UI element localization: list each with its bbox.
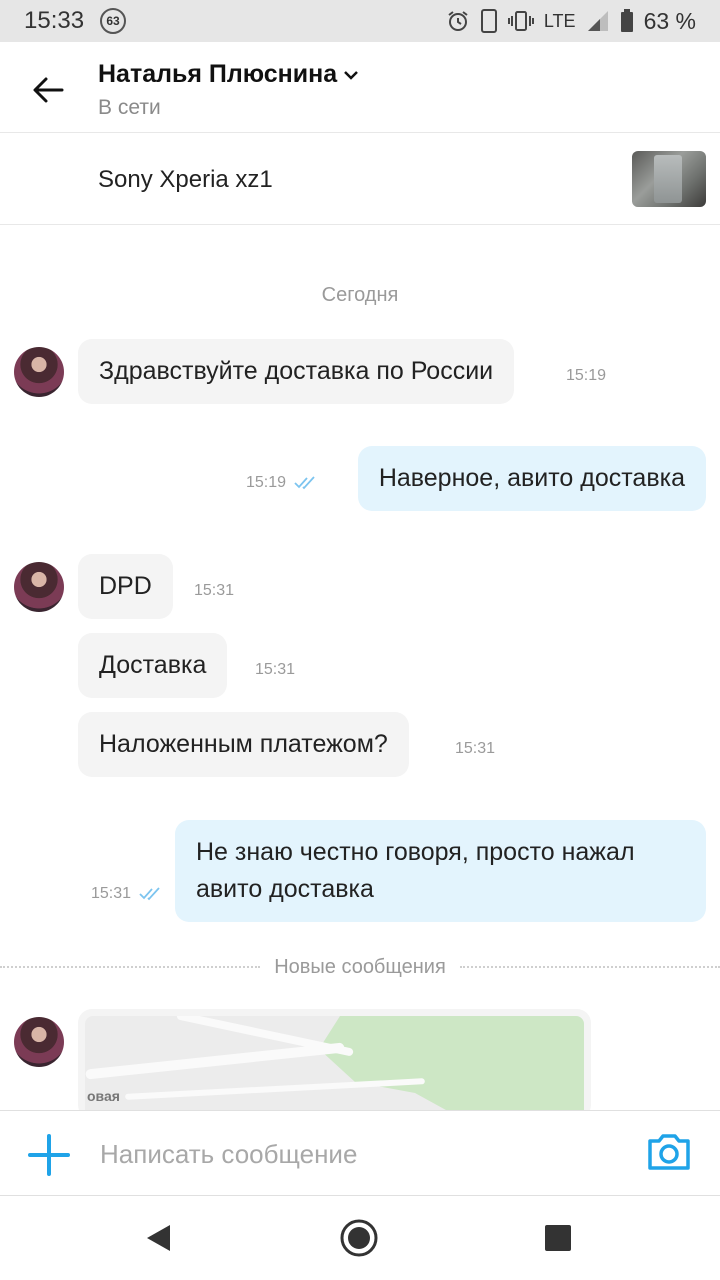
status-time: 15:33 [24, 7, 85, 34]
plus-icon [28, 1134, 70, 1176]
nav-back-button[interactable] [136, 1216, 180, 1260]
back-arrow-icon [33, 77, 64, 103]
avatar[interactable] [14, 562, 64, 612]
message-time: 15:19 [566, 367, 607, 384]
contact-name: Наталья Плюснина [98, 60, 338, 88]
message-bubble-incoming[interactable]: Доставка [78, 633, 228, 698]
message-text-line: Не знаю честно говоря, просто нажал [196, 838, 635, 866]
nav-recents-icon [545, 1225, 571, 1251]
signal-icon [586, 10, 610, 32]
message-composer [0, 1110, 720, 1196]
nav-back-icon [147, 1225, 170, 1251]
message-bubble-incoming[interactable]: Здравствуйте доставка по России [78, 339, 515, 404]
message-bubble-incoming[interactable]: DPD [78, 554, 173, 619]
contact-status: В сети [98, 96, 161, 119]
message-input[interactable] [90, 1129, 620, 1179]
status-icons: LTE 63 % [446, 8, 696, 35]
vibrate-icon [507, 10, 534, 32]
day-separator: Сегодня [321, 284, 399, 306]
network-type: LTE [543, 10, 576, 31]
phone-icon [480, 9, 498, 33]
listing-thumbnail[interactable] [632, 151, 706, 207]
new-messages-divider: Новые сообщения [0, 954, 720, 980]
avatar[interactable] [14, 1017, 64, 1067]
battery-icon [620, 9, 634, 33]
nav-home-button[interactable] [337, 1216, 381, 1260]
map-preview[interactable]: овая [85, 1016, 584, 1119]
message-time: 15:31 [255, 661, 296, 678]
battery-percent: 63 % [643, 7, 696, 34]
attach-button[interactable] [26, 1132, 72, 1178]
alarm-icon [446, 9, 470, 33]
message-bubble-outgoing[interactable]: Наверное, авито доставка [357, 446, 706, 511]
camera-icon [648, 1134, 690, 1170]
listing-bar[interactable]: Sony Xperia xz1 [0, 133, 720, 225]
chevron-down-icon [344, 70, 359, 80]
back-button[interactable] [28, 70, 68, 110]
map-message[interactable]: овая [78, 1009, 591, 1119]
system-nav-bar [0, 1196, 720, 1280]
message-text-line: авито доставка [196, 875, 374, 903]
chat-header: Наталья Плюснина В сети [0, 42, 720, 133]
notification-count-badge: 63 [100, 8, 127, 34]
message-time: 15:31 [455, 740, 496, 757]
message-bubble-incoming[interactable]: Наложенным платежом? [78, 712, 409, 777]
nav-home-icon [340, 1219, 378, 1257]
listing-title: Sony Xperia xz1 [98, 166, 273, 193]
message-time: 15:19 [246, 474, 318, 492]
double-check-icon [139, 887, 160, 901]
map-label: овая [87, 1088, 120, 1104]
message-bubble-outgoing[interactable]: Не знаю честно говоря, просто нажал авит… [175, 820, 706, 922]
nav-recents-button[interactable] [536, 1216, 580, 1260]
camera-button[interactable] [646, 1132, 694, 1176]
message-time: 15:31 [194, 582, 235, 599]
double-check-icon [294, 476, 315, 490]
avatar[interactable] [14, 347, 64, 397]
message-time: 15:31 [91, 885, 163, 903]
status-bar: 15:33 63 LTE 63 % [0, 0, 720, 42]
contact-name-toggle[interactable]: Наталья Плюснина [98, 60, 359, 89]
new-messages-label: Новые сообщения [274, 955, 446, 978]
